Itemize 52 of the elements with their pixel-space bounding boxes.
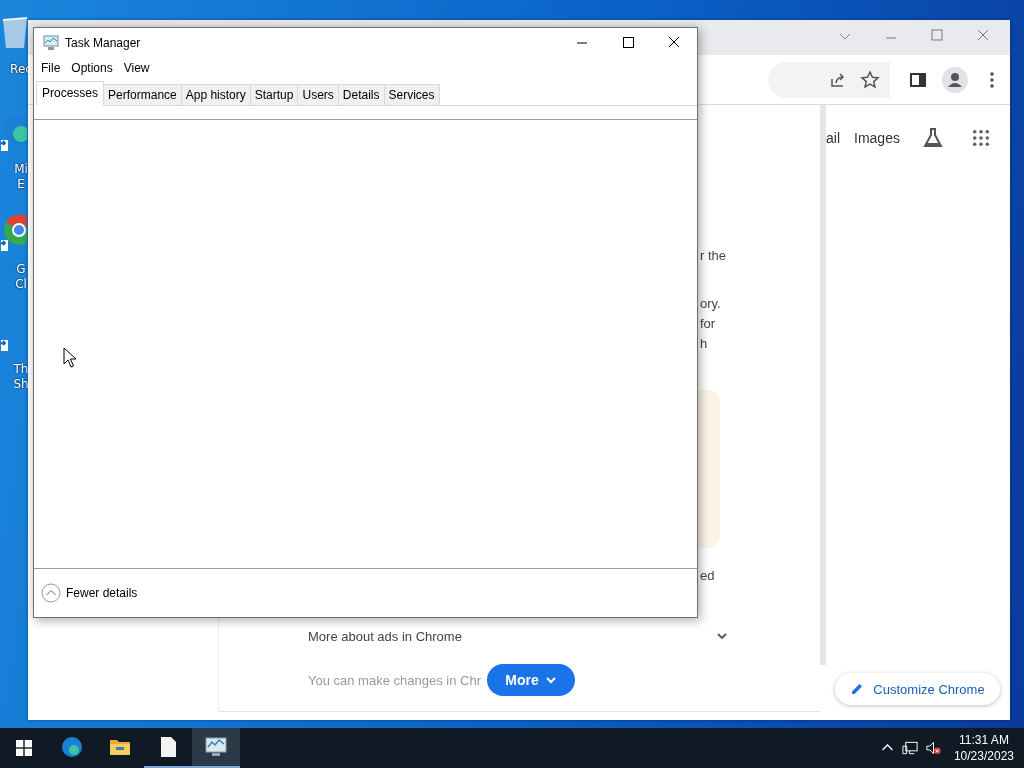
desktop-icon-label: G [16,262,26,277]
flask-icon[interactable] [921,127,944,149]
window-title: Task Manager [65,36,142,50]
collapse-icon [41,583,61,603]
clock[interactable]: 11:31 AM 10/23/2023 [953,732,1014,764]
desktop-icon-label: Cl [15,277,27,292]
taskbar-button[interactable] [192,728,240,768]
ads-row-label: More about ads in Chrome [308,628,462,644]
tab[interactable]: Startup [250,84,299,106]
text-fragment: for [700,315,717,333]
task-manager-icon [42,35,60,51]
scrollbar[interactable] [820,105,826,665]
menu-item[interactable]: File [41,61,61,75]
header-link[interactable]: ail [826,130,840,146]
tab[interactable]: Performance [104,84,182,106]
text-fragment: ory. [700,295,722,313]
text-fragment: h [700,335,709,353]
expandable-row[interactable]: More about ads in Chrome [308,626,728,646]
desktop-icon-label: Sh [13,377,29,392]
network-icon[interactable] [901,740,919,756]
desktop-icon-label: Mi [14,162,28,177]
header-link[interactable]: Images [854,130,900,146]
chevron-icon[interactable] [716,630,728,642]
menu-item[interactable]: View [123,61,150,75]
volume-muted-icon[interactable] [924,740,942,756]
address-bar[interactable] [768,61,890,98]
desktop-icon-label: E [17,177,25,192]
tab[interactable]: Users [298,84,339,106]
apps-grid-icon[interactable] [971,129,990,147]
chevron-icon [544,674,557,686]
tab[interactable]: Services [384,84,440,106]
tab[interactable]: Details [338,84,385,106]
tab[interactable]: Processes [36,81,105,106]
fewer-details-button[interactable]: Fewer details [41,583,138,603]
note-text: You can make changes in Chr [308,672,481,688]
customize-button[interactable]: Customize Chrome [835,673,1000,705]
time-text: 11:31 AM [959,732,1009,748]
desktop-icon-label: Th [13,362,29,377]
task-manager-icon [204,735,228,759]
more-button[interactable]: More [486,664,575,696]
desktop-icon-label: Rec [10,62,32,77]
start-icon[interactable] [16,740,32,756]
tab[interactable]: App history [181,84,251,106]
menu-item[interactable]: Options [71,61,113,75]
edge-icon [60,735,84,759]
text-fragment: r the [700,247,727,265]
profile-avatar-icon[interactable] [942,66,968,93]
mouse-cursor-icon [63,347,77,369]
date-text: 10/23/2023 [953,748,1014,764]
star-icon[interactable] [860,69,880,90]
pencil-icon [850,682,865,696]
text-fragment: ed [700,567,716,585]
